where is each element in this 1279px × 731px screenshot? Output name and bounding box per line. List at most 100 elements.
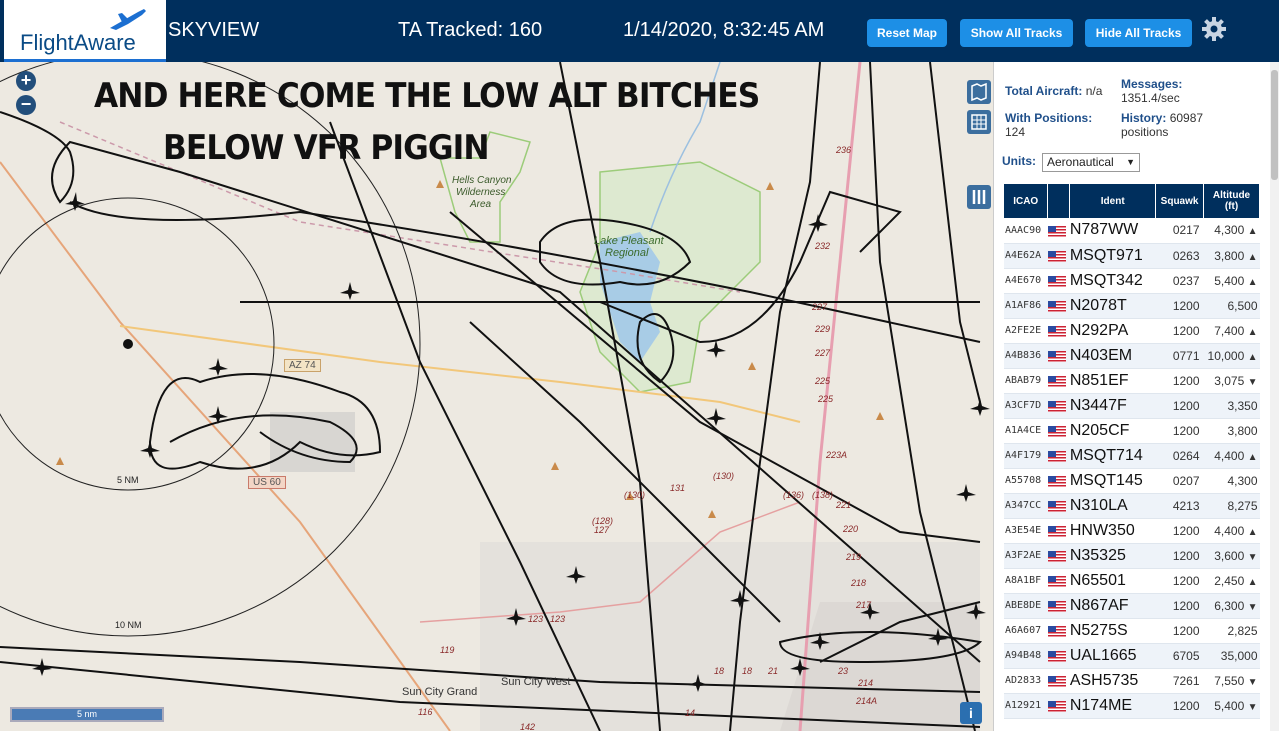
table-row[interactable]: A4F179 MSQT714 0264 4,400 ▲ [1004,443,1260,469]
table-row[interactable]: A4E62A MSQT971 0263 3,800 ▲ [1004,243,1260,269]
table-row[interactable]: AAAC90 N787WW 0217 4,300 ▲ [1004,218,1260,244]
route-label: 131 [670,483,686,493]
grid-icon[interactable] [967,110,991,134]
route-label: 223A [826,450,848,460]
us-flag-icon [1047,351,1066,363]
zoom-in-button[interactable]: + [16,71,36,91]
table-row[interactable]: A3F2AE N35325 1200 3,600 ▼ [1004,543,1260,569]
trend-icon: ▼ [1247,376,1258,388]
trend-icon: ▲ [1247,576,1258,588]
cell-altitude: 5,400 ▲ [1203,268,1260,294]
trend-icon: ▼ [1247,551,1258,563]
us-flag-icon [1047,551,1066,563]
cell-icao: A4E62A [1004,243,1048,269]
table-row[interactable]: A94B48 UAL1665 6705 35,000 [1004,643,1260,669]
units-selected-value: Aeronautical [1047,155,1114,169]
trend-icon: ▼ [1247,701,1258,713]
label-regional: Regional [605,247,649,259]
hide-all-tracks-button[interactable]: Hide All Tracks [1085,19,1192,47]
history-unit: positions [1121,125,1169,139]
table-row[interactable]: A12921 N174ME 1200 5,400 ▼ [1004,693,1260,719]
history-label: History: [1121,111,1167,125]
cell-icao: A1AF86 [1004,293,1048,319]
col-flag[interactable] [1047,184,1071,218]
route-label: (130) [624,490,646,500]
table-row[interactable]: ABE8DE N867AF 1200 6,300 ▼ [1004,593,1260,619]
positions-value: 124 [1005,125,1026,139]
table-row[interactable]: A347CC N310LA 4213 8,275 [1004,493,1260,519]
cell-squawk: 0237 [1155,268,1204,294]
us-flag-icon [1047,501,1066,513]
altitude-value: 2,825 [1227,623,1258,638]
cell-ident: N65501 [1069,568,1156,594]
cell-squawk: 1200 [1155,693,1204,719]
altitude-value: 7,400 [1214,323,1245,338]
altitude-value: 4,300 [1214,223,1245,238]
altitude-value: 8,275 [1227,498,1258,513]
cell-ident: N787WW [1069,218,1156,244]
table-header-row: ICAO Ident Squawk Altitude (ft) [1004,184,1260,218]
col-altitude[interactable]: Altitude (ft) [1203,184,1260,218]
cell-ident: N205CF [1069,418,1156,444]
map-canvas[interactable] [0,62,993,731]
map-view[interactable]: Hells Canyon Wilderness Area Lake Pleasa… [0,62,993,731]
cell-altitude: 4,300 ▲ [1203,218,1260,244]
aircraft-panel: Total Aircraft: n/a Messages: 1351.4/sec… [993,62,1279,731]
altitude-value: 3,800 [1227,423,1258,438]
cell-icao: AAAC90 [1004,218,1048,244]
col-icao[interactable]: ICAO [1004,184,1049,218]
route-label: 218 [851,578,867,588]
info-button[interactable]: i [960,702,982,724]
cell-altitude: 35,000 [1203,643,1260,669]
table-row[interactable]: A4B836 N403EM 0771 10,000 ▲ [1004,343,1260,369]
table-row[interactable]: A3E54E HNW350 1200 4,400 ▲ [1004,518,1260,544]
cell-flag [1047,443,1070,469]
units-select[interactable]: Aeronautical ▼ [1042,153,1140,172]
route-label: 123 [550,614,566,624]
cell-altitude: 3,075 ▼ [1203,368,1260,394]
gear-icon[interactable] [1201,16,1227,42]
cell-squawk: 1200 [1155,568,1204,594]
zoom-out-button[interactable]: − [16,95,36,115]
panel-scrollbar-thumb[interactable] [1271,70,1278,180]
table-row[interactable]: A3CF7D N3447F 1200 3,350 [1004,393,1260,419]
route-label: 236 [836,145,852,155]
cell-flag [1047,368,1070,394]
trend-icon: ▲ [1247,251,1258,263]
altitude-value: 3,600 [1214,548,1245,563]
table-row[interactable]: A6A607 N5275S 1200 2,825 [1004,618,1260,644]
show-all-tracks-button[interactable]: Show All Tracks [960,19,1073,47]
cell-squawk: 1200 [1155,293,1204,319]
table-row[interactable]: A8A1BF N65501 1200 2,450 ▲ [1004,568,1260,594]
cell-altitude: 7,550 ▼ [1203,668,1260,694]
altitude-value: 3,075 [1214,373,1245,388]
label-wilderness: Wilderness [456,187,506,198]
table-row[interactable]: A4E670 MSQT342 0237 5,400 ▲ [1004,268,1260,294]
table-row[interactable]: A55708 MSQT145 0207 4,300 [1004,468,1260,494]
chevron-down-icon: ▼ [1126,157,1135,167]
flightaware-logo[interactable]: FlightAware [4,0,166,62]
total-aircraft-label: Total Aircraft: [1005,84,1083,98]
us-flag-icon [1047,626,1066,638]
cell-ident: MSQT342 [1069,268,1156,294]
us-flag-icon [1047,301,1066,313]
col-squawk[interactable]: Squawk [1155,184,1205,218]
table-row[interactable]: ABAB79 N851EF 1200 3,075 ▼ [1004,368,1260,394]
cell-flag [1047,543,1070,569]
columns-icon[interactable] [967,185,991,209]
us-flag-icon [1047,401,1066,413]
cell-altitude: 6,300 ▼ [1203,593,1260,619]
trend-icon: ▲ [1247,226,1258,238]
cell-altitude: 8,275 [1203,493,1260,519]
col-ident[interactable]: Ident [1069,184,1157,218]
map-layer-icon[interactable] [967,80,991,104]
table-row[interactable]: A1AF86 N2078T 1200 6,500 [1004,293,1260,319]
units-label: Units: [1002,154,1036,168]
table-row[interactable]: AD2833 ASH5735 7261 7,550 ▼ [1004,668,1260,694]
cell-flag [1047,268,1070,294]
table-row[interactable]: A1A4CE N205CF 1200 3,800 [1004,418,1260,444]
table-row[interactable]: A2FE2E N292PA 1200 7,400 ▲ [1004,318,1260,344]
cell-squawk: 1200 [1155,318,1204,344]
cell-icao: A8A1BF [1004,568,1048,594]
reset-map-button[interactable]: Reset Map [867,19,947,47]
